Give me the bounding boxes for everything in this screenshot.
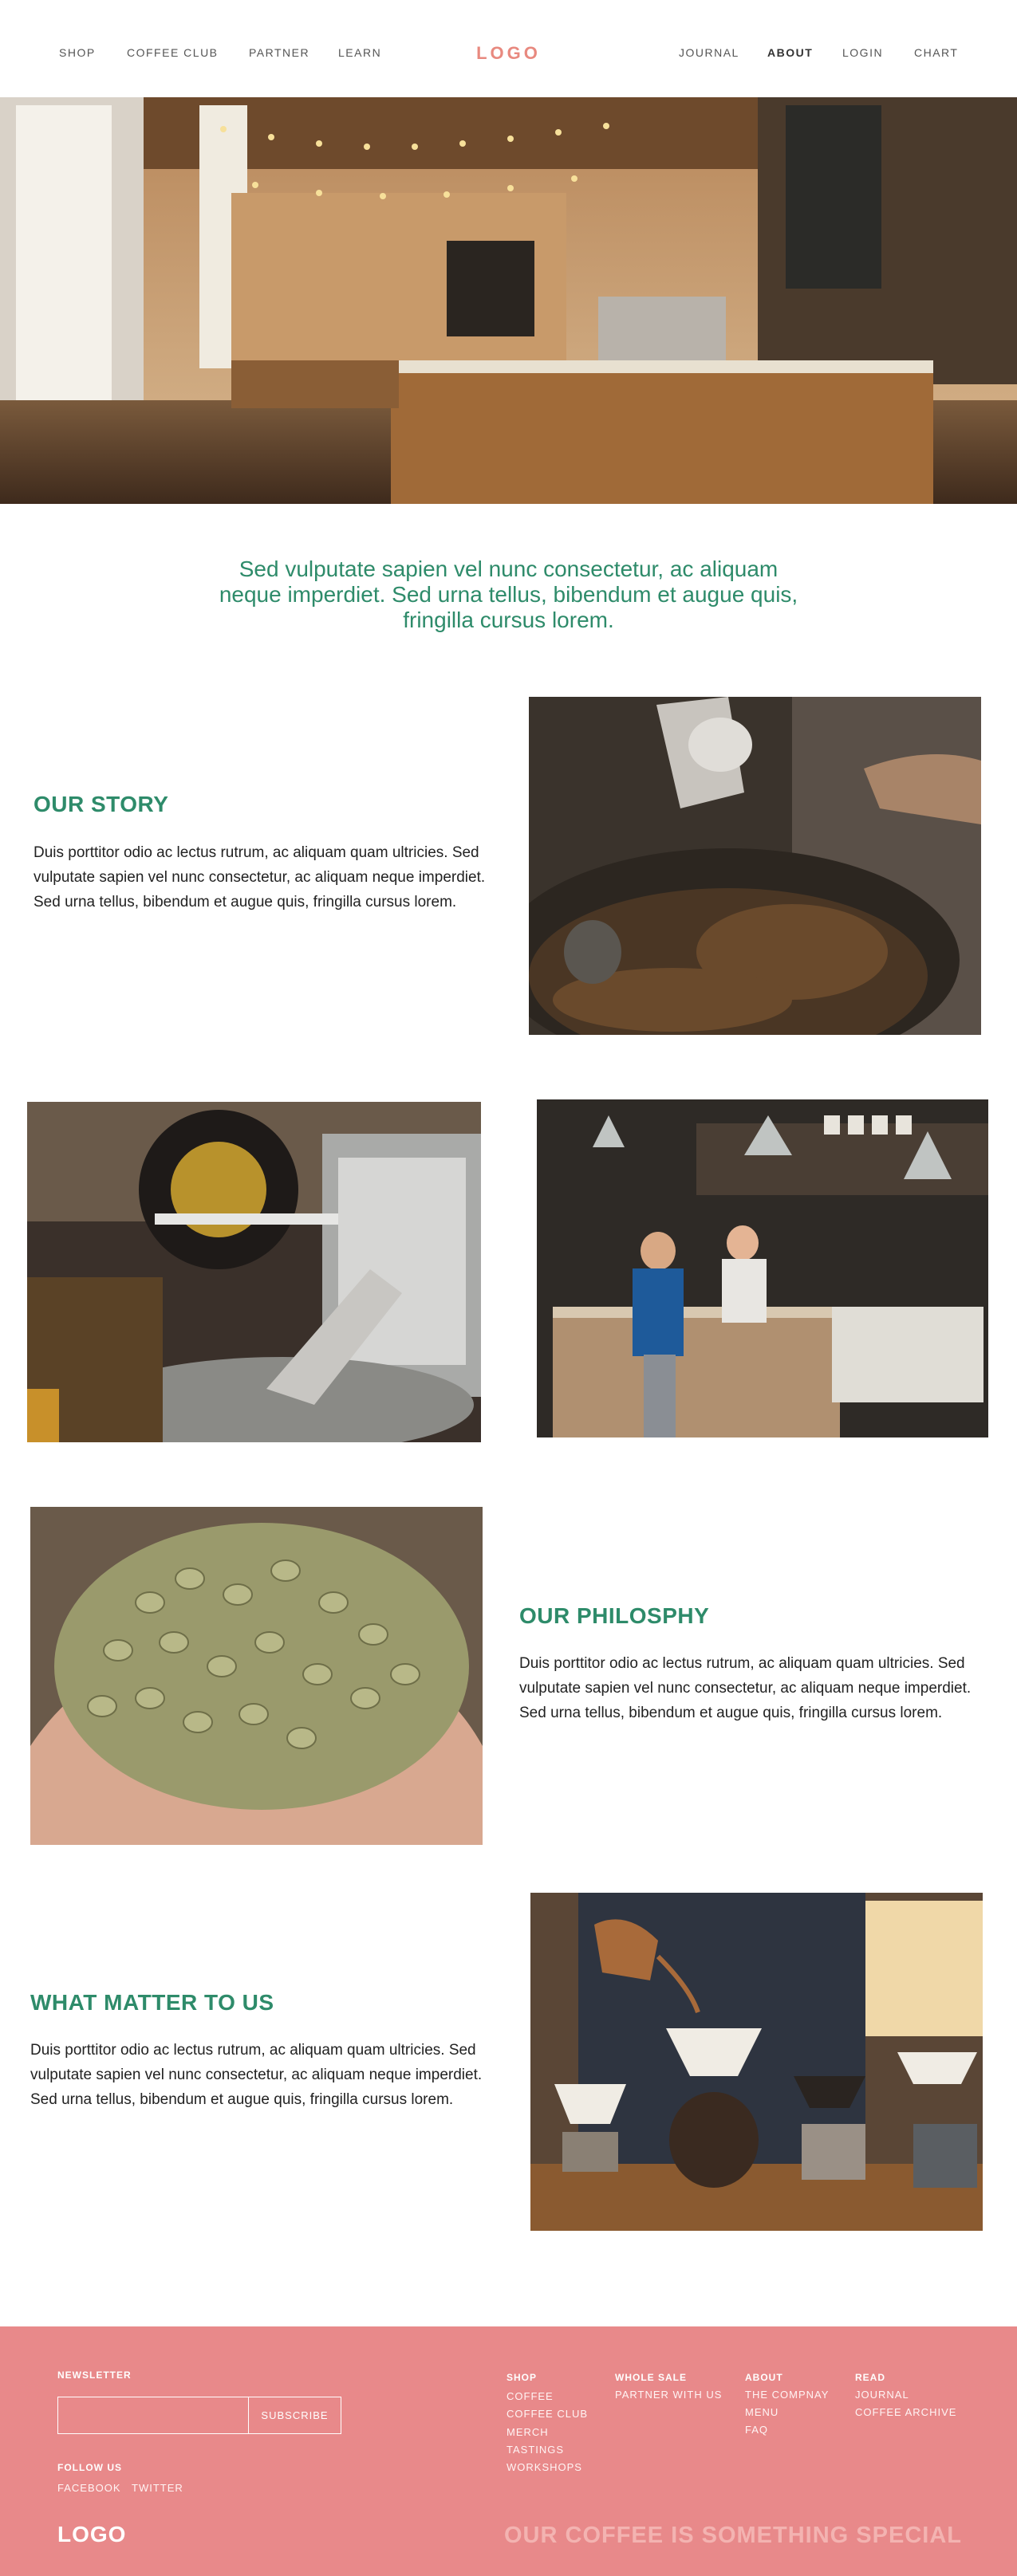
- social-link-twitter[interactable]: TWITTER: [132, 2482, 183, 2494]
- social-link-facebook[interactable]: FACEBOOK: [57, 2482, 121, 2494]
- section-body-our-philosophy: Duis porttitor odio ac lectus rutrum, ac…: [519, 1655, 972, 1721]
- nav-login[interactable]: LOGIN: [842, 46, 883, 59]
- section-body-what-matter-to-us: Duis porttitor odio ac lectus rutrum, ac…: [30, 2042, 483, 2108]
- footer-link-faq[interactable]: FAQ: [745, 2424, 768, 2436]
- photo-coffee-roaster-machine: [27, 1102, 481, 1442]
- footer-link-menu[interactable]: MENU: [745, 2406, 779, 2418]
- section-title-our-philosophy: OUR PHILOSPHY: [519, 1603, 710, 1628]
- footer-link-workshops[interactable]: WORKSHOPS: [507, 2461, 582, 2473]
- footer-link-coffee-club[interactable]: COFFEE CLUB: [507, 2408, 588, 2420]
- footer-link-journal[interactable]: JOURNAL: [855, 2389, 909, 2401]
- newsletter-email-input[interactable]: [57, 2397, 249, 2434]
- subscribe-button[interactable]: SUBSCRIBE: [248, 2397, 341, 2434]
- footer-link-tastings[interactable]: TASTINGS: [507, 2444, 564, 2456]
- footer-link-coffee-archive[interactable]: COFFEE ARCHIVE: [855, 2406, 956, 2418]
- footer-col-title-read: READ: [855, 2372, 886, 2383]
- section-body-our-story: Duis porttitor odio ac lectus rutrum, ac…: [34, 844, 486, 910]
- section-title-what-matter-to-us: WHAT MATTER TO US: [30, 1990, 274, 2015]
- footer-link-partner-with-us[interactable]: PARTNER WITH US: [615, 2389, 722, 2401]
- footer-tagline: OUR COFFEE IS SOMETHING SPECIAL: [504, 2523, 962, 2548]
- section-title-our-story: OUR STORY: [34, 792, 169, 816]
- photo-pour-over-coffee: [530, 1893, 983, 2231]
- newsletter-label: NEWSLETTER: [57, 2370, 132, 2381]
- site-header: SHOP COFFEE CLUB PARTNER LEARN LOGO JOUR…: [0, 0, 1017, 97]
- photo-coffee-roasting-drum: [529, 697, 981, 1035]
- photo-green-coffee-beans-in-hands: [30, 1507, 483, 1845]
- footer-col-title-shop: SHOP: [507, 2372, 538, 2383]
- footer-col-title-whole-sale: WHOLE SALE: [615, 2372, 687, 2383]
- footer-logo[interactable]: LOGO: [57, 2522, 126, 2547]
- nav-about[interactable]: ABOUT: [767, 46, 813, 59]
- follow-us-label: FOLLOW US: [57, 2462, 122, 2473]
- hero-image-coffee-shop: [0, 97, 1017, 504]
- nav-journal[interactable]: JOURNAL: [679, 46, 739, 59]
- footer-link-the-company[interactable]: THE COMPNAY: [745, 2389, 829, 2401]
- footer-link-merch[interactable]: MERCH: [507, 2426, 549, 2438]
- intro-text: Sed vulputate sapien vel nunc consectetu…: [219, 556, 798, 632]
- nav-chart[interactable]: CHART: [914, 46, 958, 59]
- footer-link-coffee[interactable]: COFFEE: [507, 2390, 554, 2402]
- photo-coffee-bar-staff: [537, 1099, 988, 1437]
- footer-col-title-about: ABOUT: [745, 2372, 783, 2383]
